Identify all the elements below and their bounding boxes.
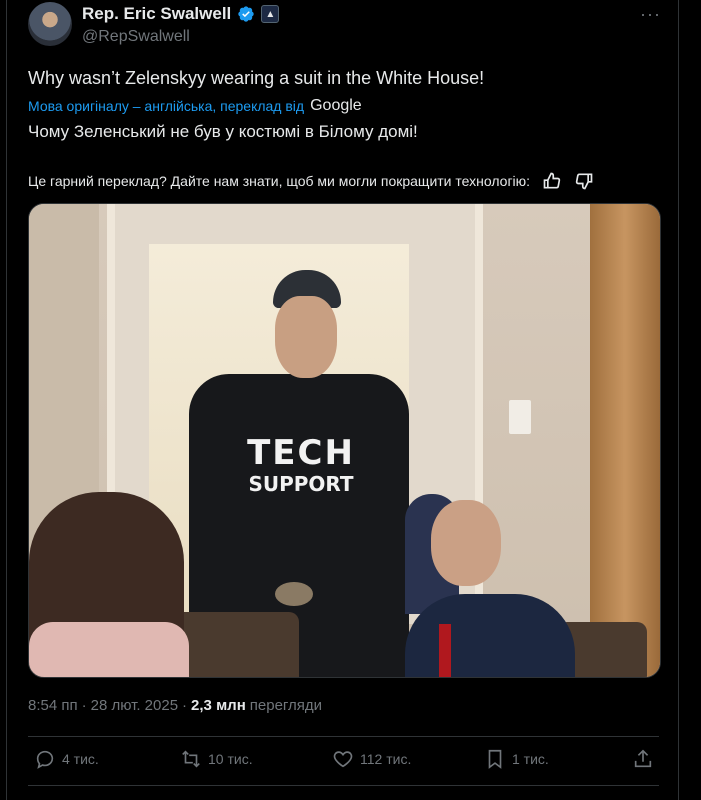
verified-check-icon (238, 6, 254, 22)
photo-person-head (275, 296, 337, 378)
right-border (678, 0, 679, 800)
heart-icon (333, 751, 353, 768)
repost-button[interactable]: 10 тис. (180, 748, 253, 770)
author-display-name[interactable]: Rep. Eric Swalwell (82, 4, 231, 24)
tweet-photo[interactable]: TECH SUPPORT (28, 203, 661, 678)
tweet-time[interactable]: 8:54 пп (28, 697, 78, 714)
photo-woman-jacket (29, 622, 189, 677)
share-button[interactable] (632, 748, 654, 775)
shirt-line-1: TECH (247, 433, 355, 473)
reply-count: 4 тис. (62, 751, 99, 767)
divider (28, 785, 659, 786)
action-bar: 4 тис. 10 тис. 112 тис. 1 тис. (28, 748, 659, 774)
like-count: 112 тис. (360, 751, 412, 767)
translated-text: Чому Зеленський не був у костюмі в Білом… (28, 122, 418, 141)
thumbs-down-icon[interactable] (574, 171, 594, 191)
author-name-row: Rep. Eric Swalwell ▲ (82, 4, 280, 24)
author-handle[interactable]: @RepSwalwell (82, 28, 190, 46)
affiliation-badge-icon[interactable]: ▲ (261, 5, 280, 23)
share-icon (634, 749, 652, 768)
bookmark-icon (488, 749, 502, 769)
photo-tie (439, 624, 451, 677)
divider (28, 736, 659, 737)
more-icon[interactable]: ··· (640, 4, 661, 25)
photo-man-suit (405, 594, 575, 677)
like-button[interactable]: 112 тис. (332, 748, 411, 770)
tweet-text: Why wasn’t Zelenskyy wearing a suit in t… (28, 68, 485, 88)
views-label: перегляди (249, 697, 323, 714)
photo-curtain (590, 204, 660, 677)
left-border (6, 0, 7, 800)
translation-feedback: Це гарний переклад? Дайте нам знати, щоб… (28, 171, 594, 191)
repost-count: 10 тис. (208, 751, 253, 767)
views-count: 2,3 млн (191, 697, 246, 714)
repost-icon (182, 750, 200, 768)
meta-separator: · (81, 697, 87, 714)
photo-shirt-print: TECH SUPPORT (241, 436, 361, 494)
reply-icon (36, 750, 54, 769)
translation-provider: Google (310, 97, 362, 114)
photo-wall-switch (509, 400, 531, 434)
tweet-date[interactable]: 28 лют. 2025 (91, 697, 178, 714)
shirt-line-2: SUPPORT (248, 472, 354, 496)
tweet-meta: 8:54 пп · 28 лют. 2025 · 2,3 млн перегля… (28, 697, 322, 714)
photo-belt-buckle (275, 582, 313, 606)
avatar[interactable] (28, 2, 72, 46)
feedback-prompt: Це гарний переклад? Дайте нам знати, щоб… (28, 173, 531, 189)
meta-separator: · (182, 697, 188, 714)
translation-note-text: Мова оригіналу – англійська, переклад ві… (28, 98, 305, 114)
thumbs-up-icon[interactable] (542, 171, 562, 191)
reply-button[interactable]: 4 тис. (34, 748, 99, 770)
photo-man-head (431, 500, 501, 586)
bookmark-count: 1 тис. (512, 751, 549, 767)
translation-note[interactable]: Мова оригіналу – англійська, переклад ві… (28, 97, 362, 115)
bookmark-button[interactable]: 1 тис. (484, 748, 549, 770)
